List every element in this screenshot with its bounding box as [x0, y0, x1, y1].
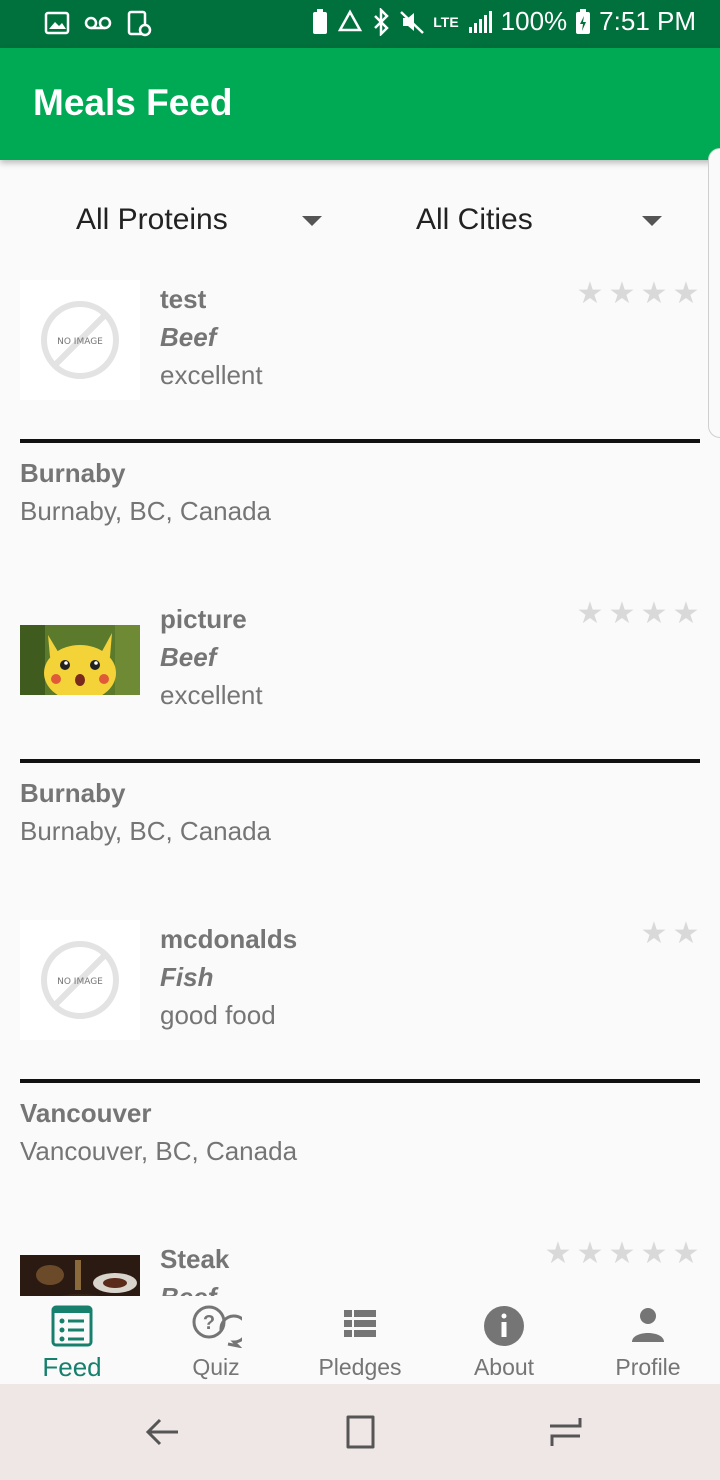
home-icon[interactable]	[345, 1414, 381, 1450]
tab-label: Profile	[615, 1354, 681, 1380]
divider	[20, 439, 700, 443]
page-title: Meals Feed	[33, 82, 233, 123]
meal-description: good food	[160, 1000, 276, 1030]
battery-percent: 100%	[500, 6, 568, 36]
divider	[20, 759, 700, 763]
city-filter-dropdown[interactable]: All Cities	[416, 180, 686, 260]
app-bar: Meals Feed	[0, 48, 720, 160]
protein-filter-dropdown[interactable]: All Proteins	[76, 180, 346, 260]
system-status: LTE 100% 7:51 PM	[311, 6, 696, 37]
star-icon: ★	[608, 1236, 636, 1271]
feed-icon	[51, 1305, 93, 1347]
meal-protein: Beef	[160, 642, 217, 672]
network-type: LTE	[433, 13, 459, 30]
meal-name: picture	[160, 604, 247, 634]
meal-description: excellent	[160, 680, 263, 710]
star-icon: ★	[640, 916, 668, 951]
restaurant-city: Burnaby	[20, 458, 126, 488]
star-icon: ★	[672, 1236, 700, 1271]
meal-card[interactable]: NO IMAGE mcdonalds Fish good food ★ ★ Van…	[0, 900, 720, 1220]
battery-saver-icon	[313, 8, 328, 34]
meal-name: mcdonalds	[160, 924, 298, 954]
rating-stars: ★ ★ ★ ★	[576, 276, 700, 311]
star-icon: ★	[672, 596, 700, 631]
restaurant-address: Vancouver, BC, Canada	[20, 1136, 298, 1166]
rating-stars: ★ ★ ★ ★	[576, 596, 700, 631]
clock: 7:51 PM	[599, 6, 696, 36]
signal-icon	[468, 10, 492, 33]
tab-pledges[interactable]: Pledges	[288, 1296, 432, 1384]
meals-feed-list[interactable]: NO IMAGE test Beef excellent ★ ★ ★ ★ Burnab…	[0, 260, 720, 1304]
meal-protein: Fish	[160, 962, 214, 992]
back-icon[interactable]	[144, 1414, 180, 1450]
rating-stars: ★ ★	[640, 916, 700, 951]
star-icon: ★	[576, 276, 604, 311]
meal-name: Steak	[160, 1244, 230, 1274]
voicemail-icon	[84, 16, 112, 30]
star-icon: ★	[640, 1236, 668, 1271]
list-icon	[344, 1310, 376, 1337]
restaurant-city: Vancouver	[20, 1098, 152, 1128]
tab-quiz[interactable]: ? Quiz	[144, 1296, 288, 1384]
no-image-text: NO IMAGE	[57, 337, 103, 347]
bottom-navigation: Feed ? Quiz Pledges About Profile	[0, 1296, 720, 1384]
info-icon	[484, 1306, 524, 1346]
system-navigation-bar	[0, 1384, 720, 1480]
star-icon: ★	[544, 1236, 572, 1271]
person-icon	[632, 1308, 664, 1342]
mute-icon	[400, 10, 425, 34]
image-notification-icon	[44, 11, 70, 35]
battery-icon	[576, 8, 591, 34]
svg-text:?: ?	[203, 1312, 215, 1334]
star-icon: ★	[576, 1236, 604, 1271]
screenshot-notification-icon	[127, 10, 152, 37]
star-icon: ★	[640, 596, 668, 631]
bluetooth-icon	[374, 7, 390, 36]
quiz-icon: ?	[192, 1305, 242, 1348]
meal-card[interactable]: Steak Beef ★ ★ ★ ★ ★	[0, 1220, 720, 1304]
star-icon: ★	[640, 276, 668, 311]
no-image-text: NO IMAGE	[57, 977, 103, 987]
tab-label: Quiz	[192, 1354, 240, 1380]
pikachu-photo	[20, 625, 140, 695]
tab-label: About	[473, 1354, 535, 1380]
meal-protein: Beef	[160, 322, 217, 352]
status-bar: LTE 100% 7:51 PM	[0, 0, 720, 48]
star-icon: ★	[576, 596, 604, 631]
divider	[20, 1079, 700, 1083]
recent-apps-icon[interactable]	[546, 1414, 586, 1450]
meal-thumbnail: NO IMAGE	[20, 920, 140, 1040]
filter-bar: All Proteins All Cities	[0, 180, 720, 260]
chevron-down-icon	[302, 216, 322, 226]
meal-card[interactable]: NO IMAGE test Beef excellent ★ ★ ★ ★ Burnab…	[0, 260, 720, 580]
meal-name: test	[160, 284, 207, 314]
tab-profile[interactable]: Profile	[576, 1296, 720, 1384]
restaurant-address: Burnaby, BC, Canada	[20, 496, 271, 526]
meal-thumbnail	[20, 625, 140, 695]
meal-description: excellent	[160, 360, 263, 390]
meal-thumbnail: NO IMAGE	[20, 280, 140, 400]
meal-card[interactable]: picture Beef excellent ★ ★ ★ ★ Burnaby Burn…	[0, 580, 720, 900]
star-icon: ★	[672, 276, 700, 311]
star-icon: ★	[672, 916, 700, 951]
rating-stars: ★ ★ ★ ★ ★	[544, 1236, 700, 1271]
restaurant-address: Burnaby, BC, Canada	[20, 816, 271, 846]
notification-icons	[44, 10, 152, 38]
restaurant-city: Burnaby	[20, 778, 126, 808]
tab-label: Pledges	[318, 1354, 402, 1380]
no-image-placeholder-icon: NO IMAGE	[20, 280, 140, 400]
chevron-down-icon	[642, 216, 662, 226]
no-image-placeholder-icon: NO IMAGE	[20, 920, 140, 1040]
star-icon: ★	[608, 596, 636, 631]
city-filter-value: All Cities	[416, 203, 533, 236]
star-icon: ★	[608, 276, 636, 311]
protein-filter-value: All Proteins	[76, 203, 228, 236]
tab-feed[interactable]: Feed	[0, 1296, 144, 1384]
tab-about[interactable]: About	[432, 1296, 576, 1384]
recycle-icon	[338, 8, 363, 31]
tab-label: Feed	[42, 1352, 102, 1382]
